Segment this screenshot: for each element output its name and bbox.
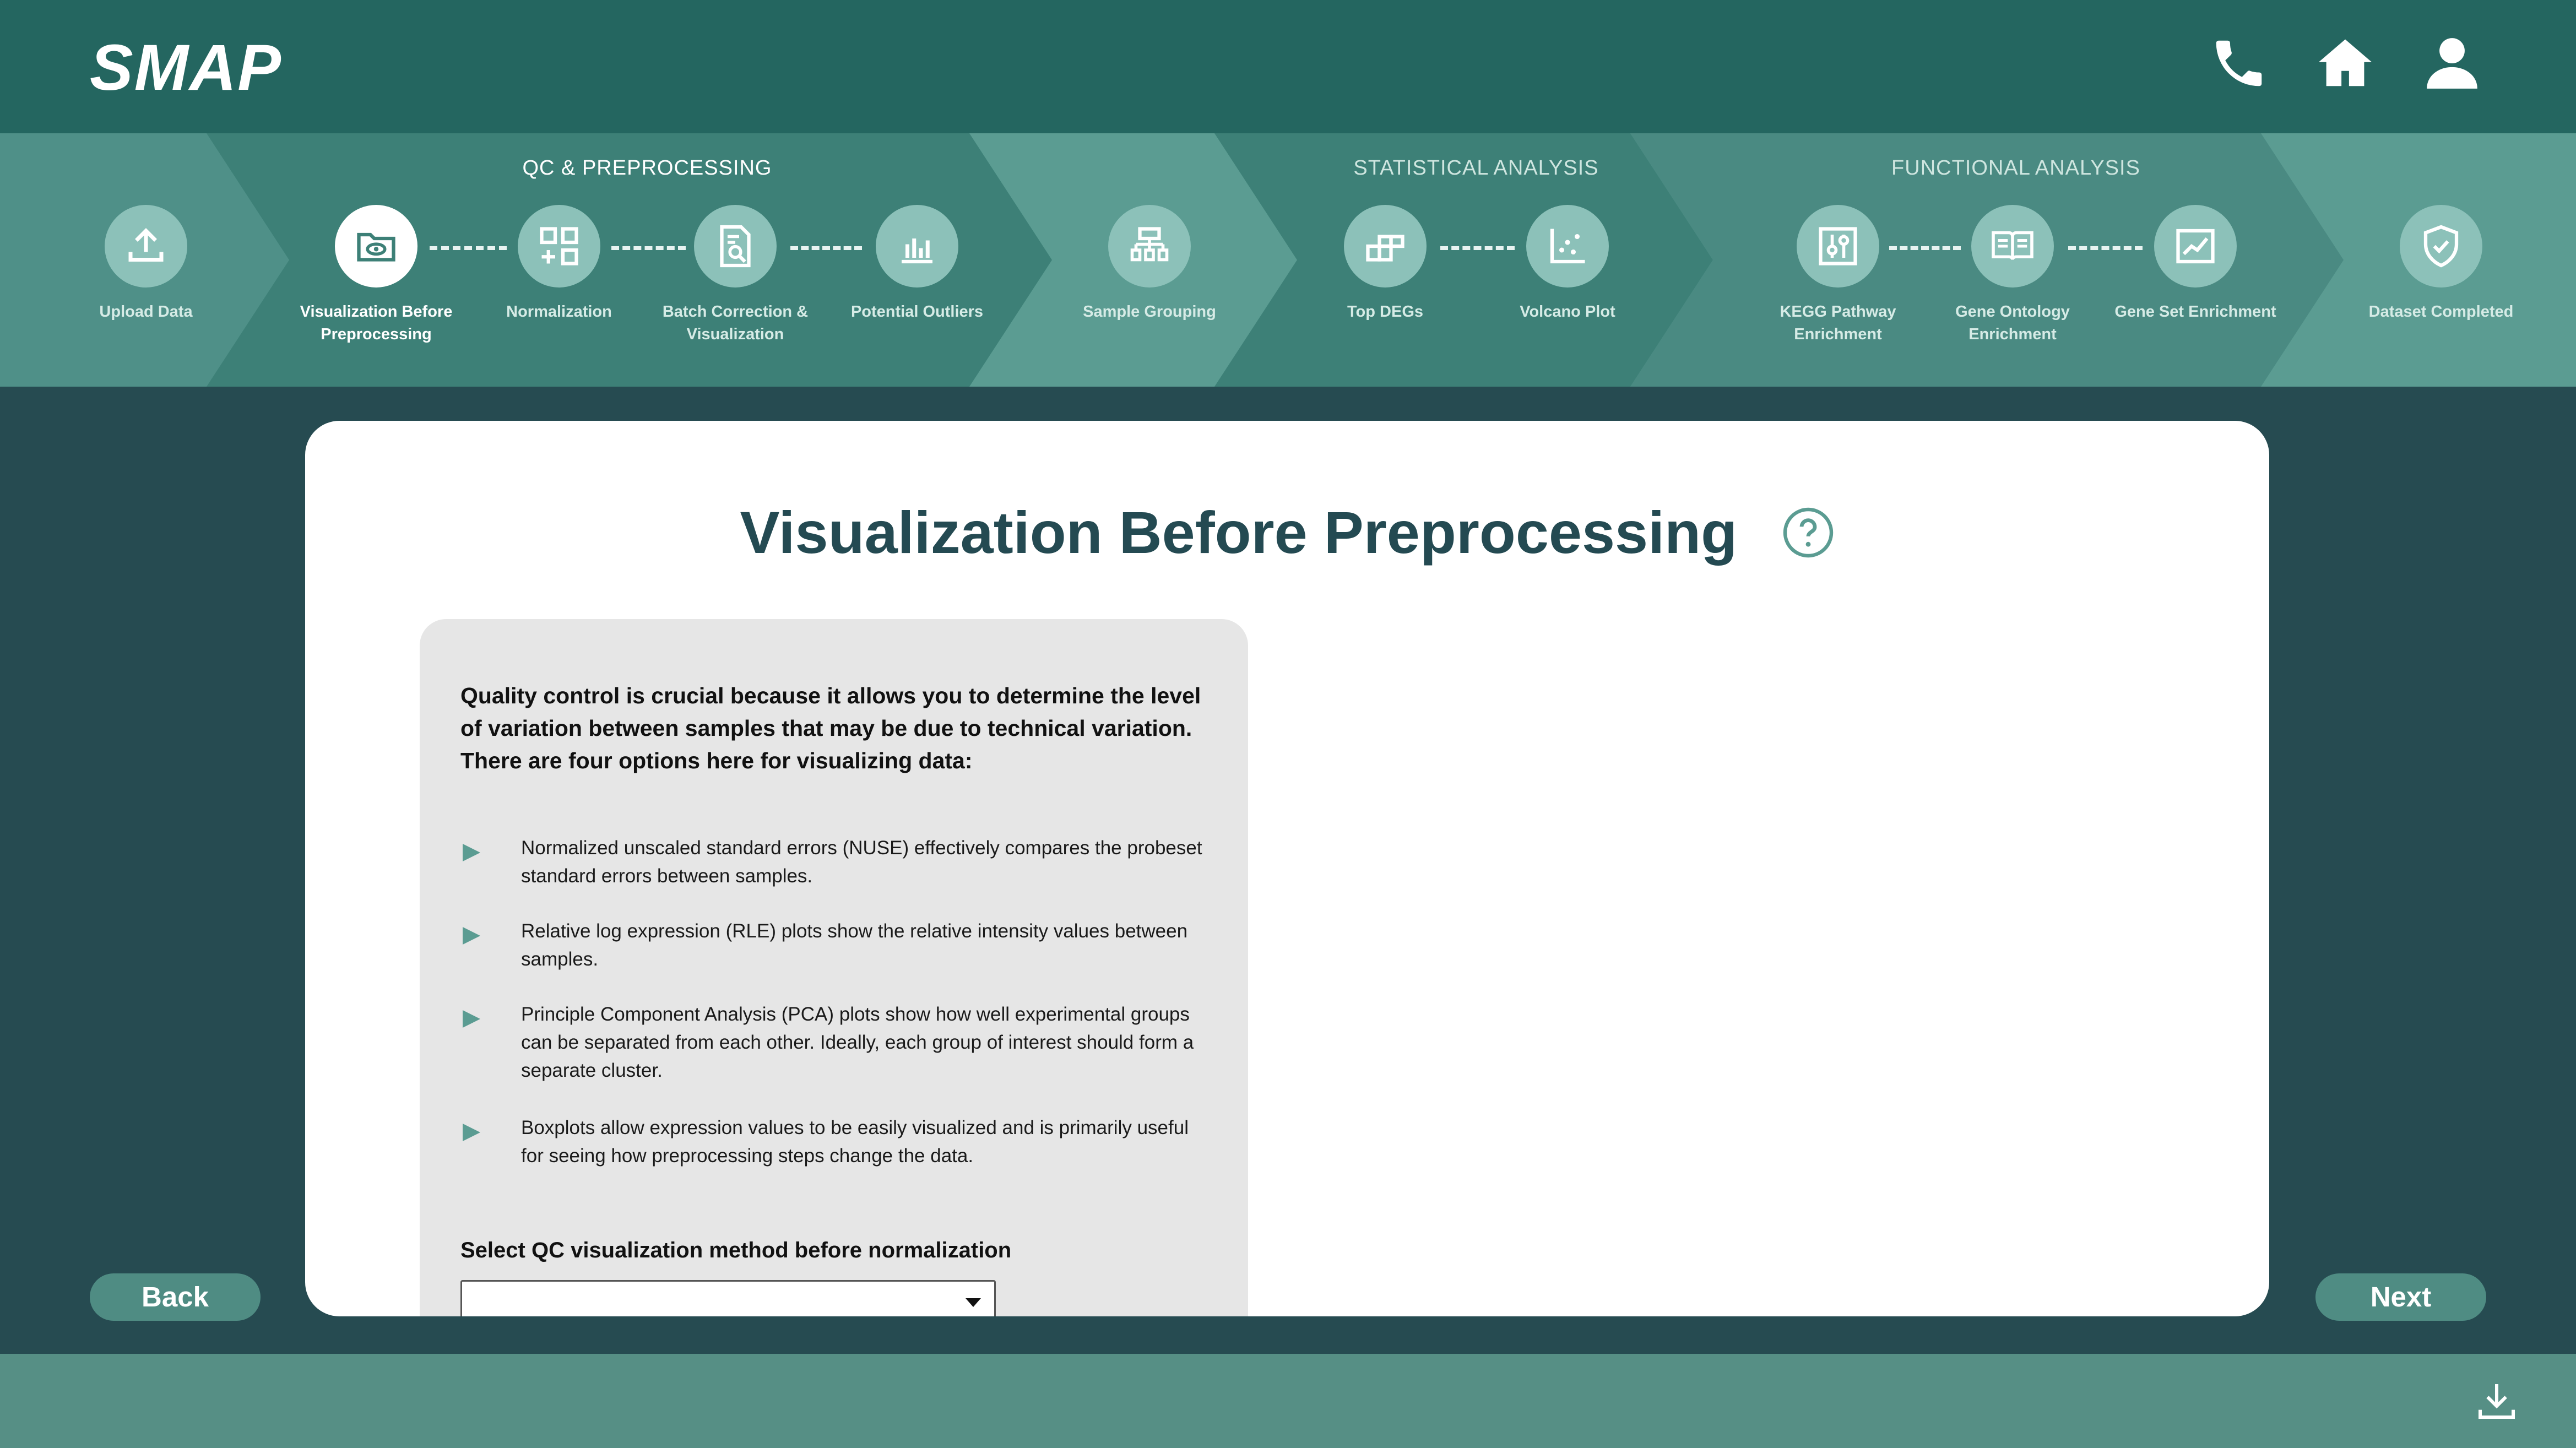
step-potential-outliers[interactable]: Potential Outliers [823,205,1011,323]
step-gene-ontology-enrichment[interactable]: Gene Ontology Enrichment [1919,205,2106,346]
bullet-text: Normalized unscaled standard errors (NUS… [521,837,1202,887]
group-title-statistical: STATISTICAL ANALYSIS [1353,156,1599,180]
upload-icon [105,205,187,288]
workflow-stepper: QC & PREPROCESSING STATISTICAL ANALYSIS … [0,133,2576,387]
user-icon[interactable] [2419,30,2485,96]
step-label: Top DEGs [1347,303,1424,321]
step-label: Visualization Before Preprocessing [300,303,453,343]
play-arrow-icon [463,1124,480,1141]
step-label: KEGG Pathway Enrichment [1780,303,1896,343]
step-label: Dataset Completed [2368,303,2514,321]
page-title: Visualization Before Preprocessing [740,499,1738,566]
step-dataset-completed[interactable]: Dataset Completed [2347,205,2535,323]
title-row: Visualization Before Preprocessing [305,498,2269,567]
step-label: Upload Data [99,303,193,321]
download-icon[interactable] [2475,1379,2519,1423]
folder-eye-icon [335,205,417,288]
bullet-text: Principle Component Analysis (PCA) plots… [521,1004,1194,1081]
play-arrow-icon [463,927,480,945]
app-logo[interactable]: SMAP [90,30,282,105]
select-label: Select QC visualization method before no… [460,1238,1012,1262]
step-visualization-before-preprocessing[interactable]: Visualization Before Preprocessing [283,205,470,346]
sliders-icon [1797,205,1879,288]
document-search-icon [694,205,777,288]
group-title-qc: QC & PREPROCESSING [522,156,772,180]
bar-chart-icon [876,205,958,288]
step-label: Potential Outliers [850,303,984,321]
step-label: Batch Correction & Visualization [662,303,809,343]
step-volcano-plot[interactable]: Volcano Plot [1474,205,1661,323]
home-icon[interactable] [2312,30,2378,96]
shield-check-icon [2400,205,2482,288]
step-label: Gene Ontology Enrichment [1955,303,2070,343]
info-panel: Quality control is crucial because it al… [420,619,1248,1316]
step-gene-set-enrichment[interactable]: Gene Set Enrichment [2102,205,2289,323]
step-label: Sample Grouping [1083,303,1216,321]
book-icon [1971,205,2054,288]
step-sample-grouping[interactable]: Sample Grouping [1056,205,1243,323]
group-title-functional: FUNCTIONAL ANALYSIS [1891,156,2140,180]
step-label: Normalization [506,303,612,321]
main-card: Visualization Before Preprocessing Quali… [305,421,2269,1316]
blocks-icon [1344,205,1427,288]
top-bar: SMAP [0,0,2576,133]
play-arrow-icon [463,844,480,861]
footer-bar [0,1354,2576,1448]
chevron-down-icon [966,1298,981,1307]
step-upload-data[interactable]: Upload Data [52,205,240,323]
step-label: Volcano Plot [1520,303,1615,321]
back-button[interactable]: Back [90,1273,261,1321]
phone-icon[interactable] [2206,30,2272,96]
line-chart-icon [2154,205,2237,288]
bullet-text: Relative log expression (RLE) plots show… [521,920,1188,970]
step-kegg-pathway-enrichment[interactable]: KEGG Pathway Enrichment [1744,205,1932,346]
grid-plus-icon [518,205,600,288]
hierarchy-icon [1108,205,1191,288]
play-arrow-icon [463,1010,480,1028]
step-label: Gene Set Enrichment [2114,303,2276,321]
bullet-text: Boxplots allow expression values to be e… [521,1117,1189,1167]
help-icon[interactable] [1782,506,1835,559]
step-normalization[interactable]: Normalization [465,205,653,323]
scatter-icon [1526,205,1609,288]
step-batch-correction[interactable]: Batch Correction & Visualization [642,205,829,346]
intro-text: Quality control is crucial because it al… [460,683,1201,773]
step-top-degs[interactable]: Top DEGs [1292,205,1479,323]
qc-method-select[interactable] [460,1280,996,1316]
next-button[interactable]: Next [2315,1273,2486,1321]
